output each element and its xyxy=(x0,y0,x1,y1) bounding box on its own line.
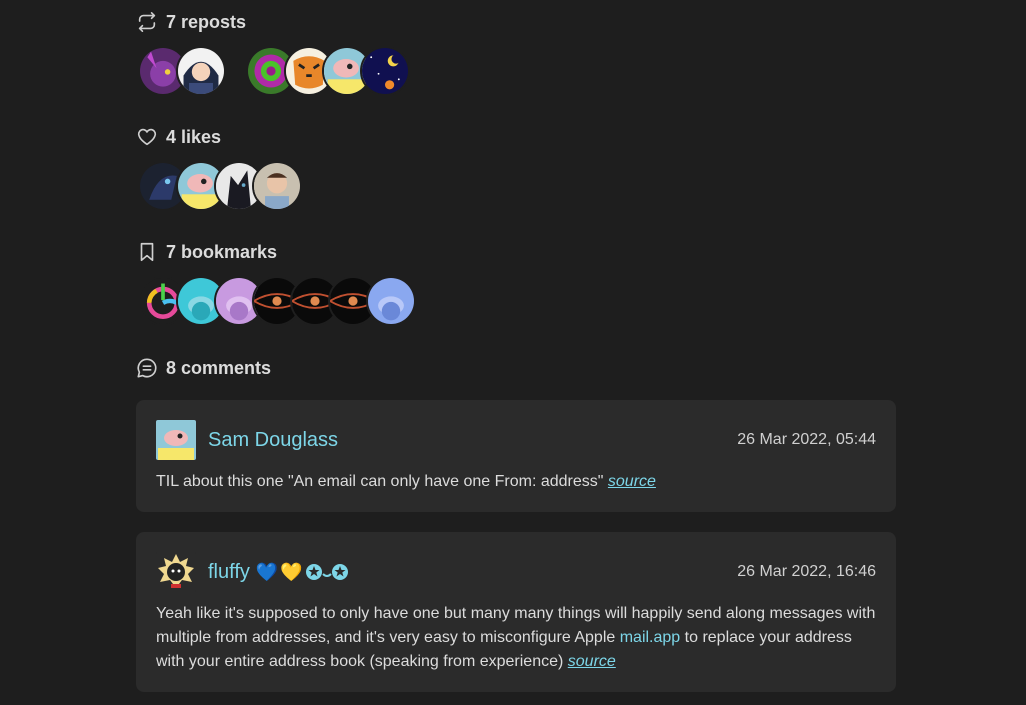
comment-body: Yeah like it's supposed to only have one… xyxy=(156,602,876,674)
comment-header: Sam Douglass 26 Mar 2022, 05:44 xyxy=(156,420,876,460)
reposts-count: 7 reposts xyxy=(166,11,247,32)
reposts-avatars xyxy=(138,45,410,97)
comment-header: fluffy 💙 💛 26 Mar 2022, 16:46 xyxy=(156,552,876,592)
blue-heart-emoji: 💙 xyxy=(255,561,279,582)
avatar[interactable] xyxy=(252,161,302,211)
source-link[interactable]: source xyxy=(608,473,656,490)
comments-header[interactable]: 8 comments xyxy=(136,353,271,383)
likes-header[interactable]: 4 likes xyxy=(136,122,290,152)
comments-count: 8 comments xyxy=(166,357,272,378)
heart-icon xyxy=(137,128,157,146)
comment-card: Sam Douglass 26 Mar 2022, 05:44 TIL abou… xyxy=(136,400,896,512)
emoji-badges: 💙 💛 xyxy=(256,562,349,583)
comments-section: 8 comments xyxy=(136,353,271,383)
comment-date[interactable]: 26 Mar 2022, 05:44 xyxy=(737,431,876,449)
bookmarks-section: 7 bookmarks xyxy=(136,237,416,327)
comment-author[interactable]: Sam Douglass xyxy=(208,429,338,452)
source-link[interactable]: source xyxy=(568,653,616,670)
avatar[interactable] xyxy=(360,46,410,96)
bookmarks-avatars xyxy=(138,275,416,327)
repost-icon xyxy=(138,12,156,32)
avatar[interactable] xyxy=(156,420,196,460)
reposts-header[interactable]: 7 reposts xyxy=(136,7,398,37)
likes-count: 4 likes xyxy=(166,126,222,147)
bookmark-icon xyxy=(140,242,154,262)
yellow-heart-emoji: 💛 xyxy=(280,561,303,582)
bookmarks-header[interactable]: 7 bookmarks xyxy=(136,237,404,267)
mail-app-link[interactable]: mail.app xyxy=(620,629,680,646)
likes-avatars xyxy=(138,160,302,212)
stars-face-icon xyxy=(305,564,348,580)
comment-card: fluffy 💙 💛 26 Mar 2022, 16:46 Yeah like … xyxy=(136,532,896,692)
reposts-section: 7 reposts xyxy=(136,7,410,97)
comment-icon xyxy=(137,358,157,378)
avatar[interactable] xyxy=(366,276,416,326)
comment-author[interactable]: fluffy xyxy=(208,561,250,584)
comment-text: TIL about this one "An email can only ha… xyxy=(156,473,604,490)
comment-date[interactable]: 26 Mar 2022, 16:46 xyxy=(737,563,876,581)
avatar[interactable] xyxy=(176,46,226,96)
likes-section: 4 likes xyxy=(136,122,302,212)
bookmarks-count: 7 bookmarks xyxy=(166,241,278,262)
avatar[interactable] xyxy=(156,552,196,592)
comment-body: TIL about this one "An email can only ha… xyxy=(156,470,876,494)
